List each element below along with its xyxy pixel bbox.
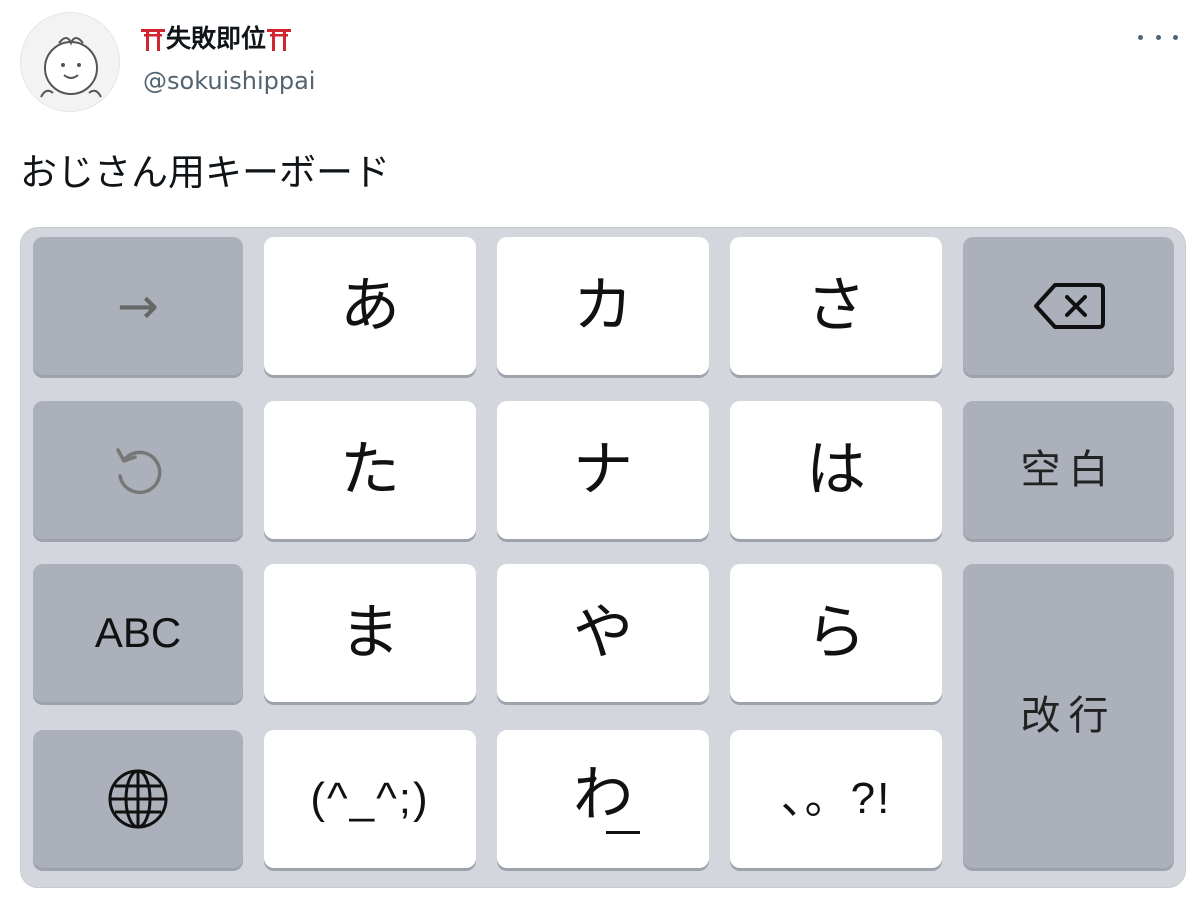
return-label: 改行	[1020, 693, 1117, 739]
key-label: あ	[340, 271, 400, 341]
key-ha[interactable]: は	[730, 401, 942, 539]
key-ma[interactable]: ま	[264, 564, 476, 702]
key-na[interactable]: ナ	[497, 401, 709, 539]
arrow-right-label: →	[117, 277, 159, 335]
key-backspace[interactable]	[963, 237, 1174, 375]
torii-icon	[267, 29, 292, 51]
keyboard: → あ カ さ た ナ は 空白 ABC ま や ら 改行 (^_^;) わ 、…	[20, 227, 1186, 888]
globe-icon	[108, 769, 168, 829]
key-label: わ	[573, 759, 633, 830]
dot	[1138, 34, 1143, 40]
display-name-text: 失敗即位	[166, 24, 267, 53]
key-ta[interactable]: た	[264, 401, 476, 539]
key-label: 、。?!	[780, 774, 892, 823]
key-kaomoji[interactable]: (^_^;)	[264, 730, 476, 868]
key-wa[interactable]: わ	[497, 730, 709, 868]
key-ka[interactable]: カ	[497, 237, 709, 375]
underscore-mark	[606, 830, 640, 834]
key-label: カ	[573, 271, 633, 341]
key-undo[interactable]	[33, 401, 243, 539]
key-label: ま	[340, 598, 400, 668]
tweet-card: 失敗即位 @sokuishippai おじさん用キーボード → あ カ さ た …	[0, 0, 1200, 897]
abc-label: ABC	[94, 609, 182, 656]
key-label: は	[806, 435, 866, 505]
key-a[interactable]: あ	[264, 237, 476, 375]
key-abc[interactable]: ABC	[33, 564, 243, 702]
key-globe[interactable]	[33, 730, 243, 868]
baby-face-icon	[40, 37, 102, 98]
key-label: ナ	[573, 435, 633, 505]
tweet-text: おじさん用キーボード	[20, 151, 390, 194]
key-sa[interactable]: さ	[730, 237, 942, 375]
space-label: 空白	[1020, 447, 1117, 493]
key-punctuation[interactable]: 、。?!	[730, 730, 942, 868]
avatar[interactable]	[20, 12, 120, 112]
key-label: た	[340, 435, 400, 505]
key-ra[interactable]: ら	[730, 564, 942, 702]
user-handle[interactable]: @sokuishippai	[143, 66, 315, 96]
key-label: さ	[806, 271, 866, 341]
key-label: ら	[806, 598, 866, 668]
dot	[1173, 34, 1178, 40]
backspace-icon	[1033, 283, 1105, 329]
key-space[interactable]: 空白	[963, 401, 1174, 539]
wa-label-group: わ	[566, 765, 640, 834]
torii-icon	[141, 29, 165, 51]
dot	[1155, 34, 1161, 40]
user-display-name[interactable]: 失敗即位	[140, 22, 292, 56]
undo-icon	[116, 448, 162, 495]
key-ya[interactable]: や	[497, 564, 709, 702]
key-label: (^_^;)	[310, 774, 430, 823]
more-options-button[interactable]	[1138, 22, 1178, 52]
key-label: や	[573, 598, 633, 668]
key-arrow-right[interactable]: →	[33, 237, 243, 375]
key-return[interactable]: 改行	[963, 564, 1174, 868]
